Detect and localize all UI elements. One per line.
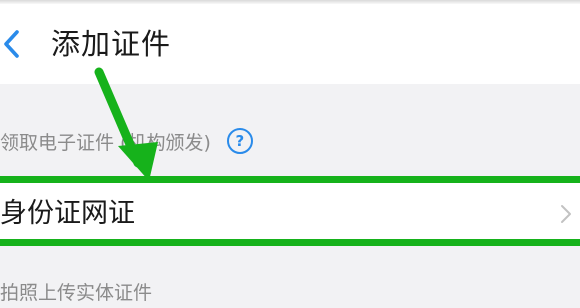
- question-circle-icon[interactable]: ?: [226, 128, 253, 154]
- chevron-right-icon: [561, 205, 571, 223]
- section-label-text: 领取电子证件 (机构颁发): [0, 131, 211, 154]
- list-item-label: 身份证网证: [0, 198, 135, 229]
- chevron-left-icon: [4, 30, 19, 58]
- section-label-photo: 拍照上传实体证件: [0, 282, 153, 304]
- back-button[interactable]: [0, 24, 30, 64]
- page-title: 添加证件: [51, 27, 172, 61]
- navigation-bar: 添加证件: [0, 4, 580, 84]
- list-item-id-card-network-cert[interactable]: 身份证网证: [0, 183, 580, 246]
- section-label-electronic: 领取电子证件 (机构颁发) ?: [0, 123, 253, 159]
